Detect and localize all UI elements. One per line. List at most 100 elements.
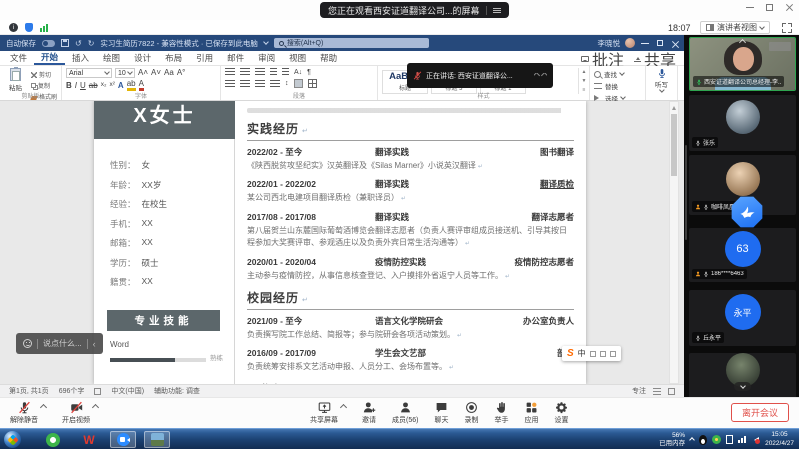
chat-placeholder[interactable]: 说点什么... [43,338,82,349]
font-size-select[interactable]: 10 [115,68,135,78]
emoji-icon[interactable] [23,339,32,348]
superscript-button[interactable]: x² [109,82,114,89]
ribbon-tab[interactable]: 引用 [189,51,220,65]
collapse-pill[interactable] [734,382,751,391]
read-mode-icon[interactable] [653,388,661,395]
taskbar-wps-icon[interactable]: W [76,431,102,448]
meeting-info-icon[interactable]: i [9,23,18,32]
security-shield-icon[interactable] [25,23,33,32]
toast-arrows[interactable] [534,73,547,78]
participant-tile[interactable] [689,353,796,397]
tray-network-icon[interactable] [738,436,746,443]
participant-tile[interactable]: 永平 丘永平 [689,290,796,346]
undo-icon[interactable]: ↺ [75,39,82,48]
ribbon-tab[interactable]: 插入 [65,51,96,65]
focus-mode[interactable]: 专注 [632,386,646,396]
ribbon-tab[interactable]: 布局 [158,51,189,65]
font-color-icon[interactable]: A [139,80,144,91]
ime-language[interactable]: 中 [578,348,586,359]
scroll-up-icon[interactable] [672,104,676,110]
sidebar-scrollbar[interactable] [685,145,687,240]
toolbar-button[interactable]: 聊天 [434,401,448,425]
title-dropdown-icon[interactable] [263,39,269,45]
view-mode-button[interactable]: 演讲者视图 [700,21,770,34]
toolbar-button[interactable]: 解除静音 [10,401,46,425]
pilcrow-icon[interactable]: ¶ [307,69,311,76]
multilevel-list-icon[interactable] [255,68,265,76]
close-icon[interactable] [785,3,793,11]
clipboard-mini-item[interactable]: 复制 [31,81,57,90]
ime-logo[interactable]: S [567,349,574,359]
ribbon-tab[interactable]: 审阅 [251,51,282,65]
scrollbar-thumb[interactable] [671,114,677,176]
participant-tile[interactable]: 西安证道翻译公司总经理-李.. [689,37,796,91]
toolbar-button[interactable]: 举手 [494,401,508,425]
editing-item[interactable]: 查找 [594,69,641,79]
text-effects-icon[interactable]: A [118,82,124,90]
editing-item[interactable]: 替换 [594,81,641,91]
borders-icon[interactable] [308,79,317,88]
chat-overlay[interactable]: 说点什么... ‹ [16,333,103,354]
ribbon-tab[interactable]: 设计 [127,51,158,65]
save-icon[interactable] [61,39,69,47]
numbering-icon[interactable] [240,68,250,76]
proofing-icon[interactable] [94,388,101,395]
toolbar-button[interactable]: 录制 [464,401,478,425]
toolbar-button[interactable]: 应用 [524,401,538,425]
justify-icon[interactable] [270,80,280,88]
word-minimize-icon[interactable] [641,43,649,44]
paste-button[interactable]: 粘贴 [4,68,27,92]
page-indicator[interactable]: 第1页, 共1页 [9,386,49,396]
participant-tile[interactable]: 63 186****6463 [689,228,796,282]
align-right-icon[interactable] [255,80,265,88]
shrink-font-icon[interactable]: A˅ [151,69,161,77]
taskbar-meeting-app[interactable] [110,431,136,448]
grow-font-icon[interactable]: A˄ [138,69,148,77]
toolbar-button[interactable]: 开启视频 [62,401,98,425]
ribbon-tab[interactable]: 视图 [282,51,313,65]
ribbon-tab[interactable]: 邮件 [220,51,251,65]
muted-speaker-icon[interactable] [751,435,760,444]
ribbon-tab[interactable]: 帮助 [313,51,344,65]
ribbon-tab[interactable]: 绘图 [96,51,127,65]
toolbar-button[interactable]: 设置 [554,401,568,425]
resume-page[interactable]: X女士 性别：女年龄：XX岁经验：在校生手机：XX邮箱：XX学历：硕士籍贯：XX… [94,101,586,384]
toolbar-button[interactable]: 成员(56) [392,401,418,425]
ime-tool-icon[interactable] [590,351,596,357]
subscript-button[interactable]: x₂ [101,82,107,89]
chevron-up-icon[interactable] [40,404,47,411]
sort-icon[interactable]: A↓ [294,69,302,76]
taskbar-clock[interactable]: 15:05 2022/4/27 [765,431,796,447]
antivirus-icon[interactable] [712,435,721,444]
ribbon-tab[interactable]: 文件 [3,51,34,65]
chevron-up-icon[interactable] [340,404,347,411]
maximize-icon[interactable] [766,4,773,11]
fullscreen-icon[interactable] [782,23,792,33]
dictate-mic-icon[interactable] [656,68,668,78]
taskbar-photo-app[interactable] [144,431,170,448]
increase-indent-icon[interactable] [282,68,289,76]
memory-indicator[interactable]: 56% 已用内存 [659,432,685,448]
ime-settings-icon[interactable] [610,351,616,357]
ribbon-tab[interactable]: 开始 [34,51,65,65]
qq-icon[interactable] [699,435,707,445]
highlight-color-icon[interactable]: ab [127,80,136,91]
search-input[interactable]: 搜索(Alt+Q) [274,38,429,48]
italic-button[interactable]: I [75,82,77,90]
strikethrough-button[interactable]: ab [89,82,98,90]
minimize-icon[interactable] [746,7,754,8]
start-button[interactable] [4,431,21,448]
word-close-icon[interactable] [671,40,678,47]
align-left-icon[interactable] [225,80,235,88]
leave-meeting-button[interactable]: 离开会议 [731,403,789,422]
banner-menu-icon[interactable] [493,8,501,13]
bullets-icon[interactable] [225,68,235,76]
clear-format-icon[interactable]: A° [177,69,186,77]
bold-button[interactable]: B [66,82,72,90]
accessibility-status[interactable]: 辅助功能: 调查 [154,386,200,396]
ime-keyboard-icon[interactable] [600,351,606,357]
word-maximize-icon[interactable] [657,40,663,46]
align-center-icon[interactable] [240,80,250,88]
shading-icon[interactable] [294,79,303,88]
print-layout-icon[interactable] [668,388,675,395]
